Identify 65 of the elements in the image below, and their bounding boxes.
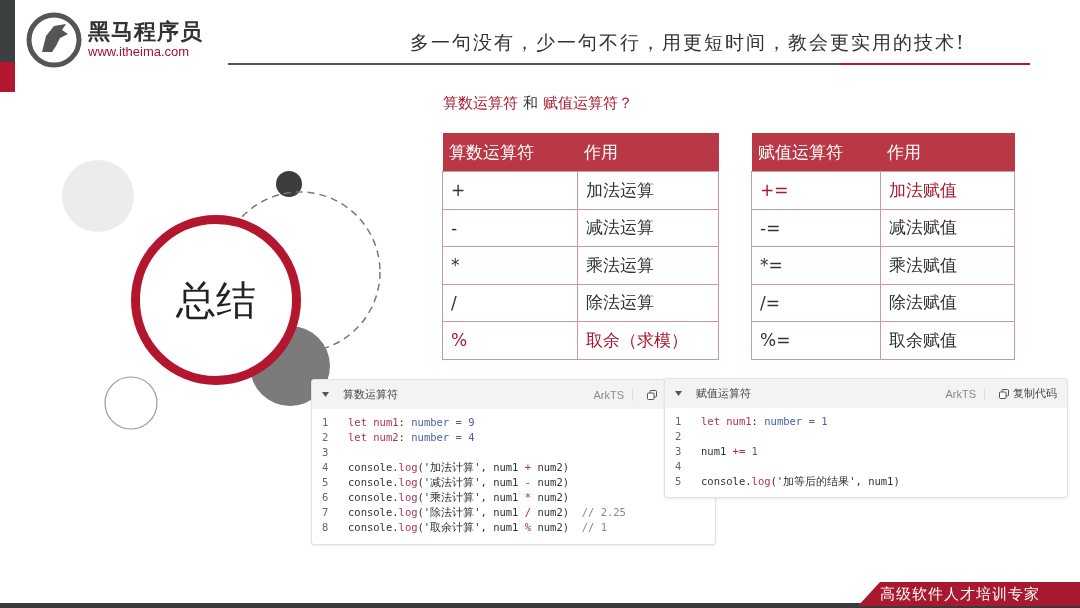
panel-title: 赋值运算符 [696,386,752,401]
table-cell: += [751,171,881,209]
table-cell: 乘法赋值 [880,246,1015,284]
line-number: 4 [322,460,330,475]
copy-button[interactable]: 复制代码 [999,386,1057,401]
table-cell: 除法赋值 [880,284,1015,322]
code-line: console.log('除法计算', num1 / num2) // 2.25 [348,505,626,520]
table-cell: 加法赋值 [880,171,1015,209]
horse-logo-icon [26,12,82,68]
line-number: 5 [675,474,683,489]
table-cell: 取余赋值 [880,321,1015,359]
brand-name: 黑马程序员 [88,20,203,44]
code-line: console.log('乘法计算', num1 * num2) [348,490,570,505]
table-cell: -= [751,209,881,247]
caret-icon[interactable] [322,392,329,397]
decorative-circle [276,171,302,197]
line-number: 8 [322,520,330,535]
table-cell: % [442,321,578,359]
line-number: 6 [322,490,330,505]
table-cell: - [442,209,578,247]
table-cell: /= [751,284,881,322]
table-header-cell: 作用 [880,133,1015,172]
line-number: 3 [675,444,683,459]
decorative-circle [104,376,158,430]
line-number: 2 [675,429,683,444]
language-label: ArkTS [945,387,985,400]
copy-icon[interactable] [647,389,657,400]
code-line: let num2: number = 4 [348,430,475,445]
table-cell: 取余（求模） [577,321,719,359]
code-line: console.log('取余计算', num1 % num2) // 1 [348,520,607,535]
table-cell: *= [751,246,881,284]
language-label: ArkTS [593,388,633,401]
caret-icon[interactable] [675,391,682,396]
tagline-banner: 高级软件人才培训专家 [858,582,1080,606]
line-number: 5 [322,475,330,490]
line-number: 4 [675,459,683,474]
panel-title: 算数运算符 [343,387,399,402]
table-header-cell: 赋值运算符 [751,133,881,172]
table-cell: %= [751,321,881,359]
table-cell: 减法运算 [577,209,719,247]
website-url: www.itheima.com [88,44,191,60]
table-header-cell: 作用 [577,133,719,172]
table-cell: / [442,284,578,322]
table-cell: + [442,171,578,209]
table-cell: 加法运算 [577,171,719,209]
table-cell: 除法运算 [577,284,719,322]
copy-icon [999,388,1009,399]
summary-title: 总结 [131,215,301,385]
code-line: let num1: number = 9 [348,415,475,430]
code-line: console.log('加等后的结果', num1) [701,474,900,489]
line-number: 1 [675,414,683,429]
line-number: 2 [322,430,330,445]
line-number: 1 [322,415,330,430]
code-line: console.log('加法计算', num1 + num2) [348,460,570,475]
table-cell: 乘法运算 [577,246,719,284]
slogan: 多一句没有，少一句不行，用更短时间，教会更实用的技术! [410,30,966,55]
table-cell: * [442,246,578,284]
line-number: 3 [322,445,330,460]
code-line: let num1: number = 1 [701,414,828,429]
question-text: 算数运算符 和 赋值运算符？ [443,94,633,112]
code-line: console.log('减法计算', num1 - num2) [348,475,570,490]
code-line: num1 += 1 [701,444,758,459]
line-number: 7 [322,505,330,520]
table-header-cell: 算数运算符 [442,133,578,172]
table-cell: 减法赋值 [880,209,1015,247]
